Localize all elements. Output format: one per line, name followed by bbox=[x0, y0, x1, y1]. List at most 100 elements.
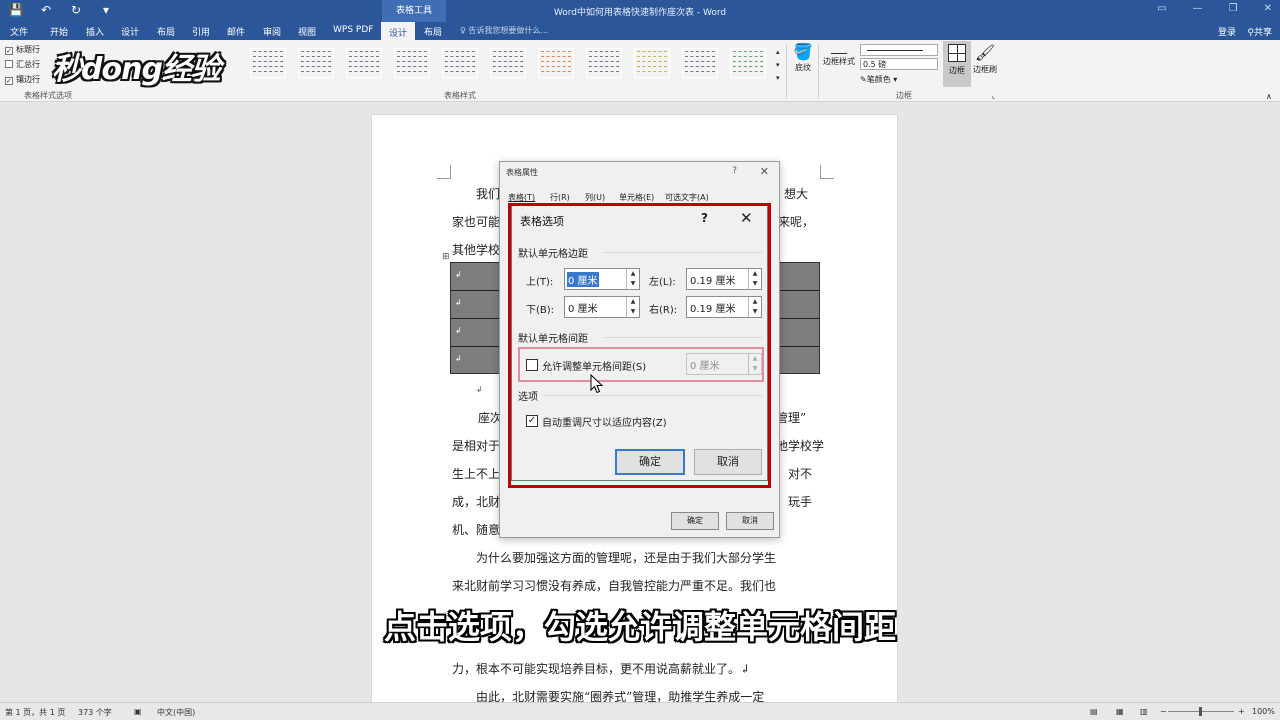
window-controls: ▭ — ❐ ✕ bbox=[1157, 3, 1272, 14]
border-styles-button[interactable]: 边框样式 bbox=[823, 42, 855, 67]
checkbox-icon bbox=[5, 60, 13, 68]
separator bbox=[786, 44, 787, 98]
table-style-thumbnail[interactable] bbox=[682, 48, 718, 78]
banded-rows-option[interactable]: ✓ 镶边行 bbox=[5, 74, 40, 85]
tell-me-box[interactable]: ♀ 告诉我您想要做什么... bbox=[460, 25, 548, 36]
table-styles-group-label: 表格样式 bbox=[444, 91, 476, 100]
tutorial-subtitle: 点击选项，勾选允许调整单元格间距 bbox=[383, 608, 896, 646]
zoom-out-icon[interactable]: − bbox=[1160, 707, 1167, 716]
pen-icon: ✎ bbox=[860, 75, 867, 84]
zoom-slider-thumb[interactable] bbox=[1199, 707, 1202, 716]
total-row-option[interactable]: 汇总行 bbox=[5, 59, 40, 70]
restore-icon[interactable]: ❐ bbox=[1229, 3, 1238, 14]
gallery-scroll[interactable]: ▴ ▾ ▾ bbox=[776, 46, 780, 85]
line-weight-value: 0.5 磅 bbox=[863, 60, 887, 69]
doc-line: 为什么要加强这方面的管理呢，还是由于我们大部分学生 bbox=[476, 551, 777, 565]
border-painter-button[interactable]: 🖌 边框刷 bbox=[973, 42, 997, 75]
tab-insert[interactable]: 插入 bbox=[86, 25, 104, 38]
doc-line: 管理” bbox=[776, 411, 807, 425]
word-count[interactable]: 373 个字 bbox=[78, 707, 112, 718]
tab-layout[interactable]: 布局 bbox=[157, 25, 175, 38]
tell-me-text: 告诉我您想要做什么... bbox=[468, 26, 549, 35]
proofing-icon[interactable]: ▣ bbox=[134, 707, 142, 716]
table-style-thumbnail[interactable] bbox=[298, 48, 334, 78]
status-bar: 第 1 页，共 1 页 373 个字 ▣ 中文(中国) ▤ ▦ ▥ − + 10… bbox=[0, 702, 1280, 720]
share-button[interactable]: ⚲共享 bbox=[1247, 25, 1272, 38]
zoom-in-icon[interactable]: + bbox=[1238, 707, 1245, 716]
read-mode-icon[interactable]: ▤ bbox=[1090, 707, 1098, 716]
web-layout-icon[interactable]: ▥ bbox=[1140, 707, 1148, 716]
table-style-thumbnail[interactable] bbox=[730, 48, 766, 78]
title-bar: 💾 ↶ ↻ ▾ 表格工具 Word中如何用表格快速制作座次表 - Word ▭ … bbox=[0, 0, 1280, 22]
brush-icon: 🖌 bbox=[974, 43, 996, 62]
save-icon[interactable]: 💾 bbox=[8, 3, 24, 17]
border-style-line-icon bbox=[831, 32, 847, 54]
quick-access-toolbar: 💾 ↶ ↻ ▾ bbox=[8, 3, 114, 17]
minimize-icon[interactable]: — bbox=[1193, 3, 1203, 14]
margin-corner bbox=[820, 165, 834, 179]
window-title: Word中如何用表格快速制作座次表 - Word bbox=[553, 8, 727, 18]
close-icon[interactable]: ✕ bbox=[760, 165, 769, 178]
table-style-thumbnail[interactable] bbox=[250, 48, 286, 78]
collapse-ribbon-icon[interactable]: ∧ bbox=[1266, 92, 1272, 101]
ok-button[interactable]: 确定 bbox=[671, 512, 719, 530]
language-indicator[interactable]: 中文(中国) bbox=[157, 707, 195, 718]
close-window-icon[interactable]: ✕ bbox=[1264, 3, 1272, 14]
tab-references[interactable]: 引用 bbox=[192, 25, 210, 38]
tab-review[interactable]: 审阅 bbox=[263, 25, 281, 38]
borders-grid-icon bbox=[948, 44, 966, 62]
table-style-thumbnail[interactable] bbox=[634, 48, 670, 78]
pen-color-button[interactable]: ✎笔颜色 ▾ bbox=[860, 74, 897, 85]
login-link[interactable]: 登录 bbox=[1218, 25, 1236, 38]
tab-row[interactable]: 行(R) bbox=[550, 192, 570, 203]
table-style-thumbnail[interactable] bbox=[490, 48, 526, 78]
line-weight-select[interactable]: 0.5 磅 bbox=[860, 58, 938, 70]
tab-table-design[interactable]: 设计 bbox=[381, 22, 416, 40]
cancel-button[interactable]: 取消 bbox=[726, 512, 774, 530]
tab-table-layout[interactable]: 布局 bbox=[424, 25, 442, 38]
table-style-thumbnail[interactable] bbox=[394, 48, 430, 78]
ribbon-tabs: 文件 开始 插入 设计 布局 引用 邮件 审阅 视图 WPS PDF 设计 布局… bbox=[0, 22, 1280, 40]
doc-line: 对不 bbox=[788, 467, 813, 481]
tab-design[interactable]: 设计 bbox=[121, 25, 139, 38]
doc-line: 成，北财 bbox=[452, 495, 501, 509]
doc-line: 生上不上 bbox=[452, 467, 501, 481]
print-layout-icon[interactable]: ▦ bbox=[1116, 707, 1124, 716]
ribbon-options-icon[interactable]: ▭ bbox=[1157, 3, 1166, 14]
tab-home[interactable]: 开始 bbox=[50, 25, 68, 38]
redo-icon[interactable]: ↻ bbox=[68, 3, 84, 17]
tab-mailings[interactable]: 邮件 bbox=[227, 25, 245, 38]
table-move-handle-icon[interactable]: ⊞ bbox=[442, 252, 450, 262]
doc-line: 来北财前学习习惯没有养成，自我管控能力严重不足。我们也 bbox=[452, 579, 777, 593]
zoom-level[interactable]: 100% bbox=[1252, 707, 1275, 716]
doc-line: 机、随意 bbox=[452, 523, 501, 537]
tab-file[interactable]: 文件 bbox=[10, 25, 28, 38]
doc-line: 其他学校 bbox=[452, 243, 501, 257]
help-icon[interactable]: ? bbox=[732, 166, 737, 176]
table-style-thumbnail[interactable] bbox=[538, 48, 574, 78]
person-icon: ⚲ bbox=[1247, 28, 1254, 38]
header-row-option[interactable]: ✓ 标题行 bbox=[5, 44, 40, 55]
borders-button[interactable]: 边框 bbox=[943, 41, 971, 87]
table-style-thumbnail[interactable] bbox=[586, 48, 622, 78]
shading-label: 底纹 bbox=[795, 63, 811, 72]
undo-icon[interactable]: ↶ bbox=[38, 3, 54, 17]
tab-view[interactable]: 视图 bbox=[298, 25, 316, 38]
checkbox-icon: ✓ bbox=[5, 47, 13, 55]
tab-column[interactable]: 列(U) bbox=[585, 192, 605, 203]
total-row-label: 汇总行 bbox=[16, 60, 40, 69]
shading-button[interactable]: 🪣 底纹 bbox=[792, 42, 814, 73]
tab-table[interactable]: 表格(T) bbox=[508, 192, 535, 203]
dialog-highlight-box bbox=[508, 203, 771, 488]
share-label: 共享 bbox=[1253, 28, 1272, 38]
borders-group-label: 边框 bbox=[896, 91, 912, 100]
tab-alt-text[interactable]: 可选文字(A) bbox=[665, 192, 709, 203]
table-style-thumbnail[interactable] bbox=[346, 48, 382, 78]
customize-qat-icon[interactable]: ▾ bbox=[98, 3, 114, 17]
table-style-thumbnail[interactable] bbox=[442, 48, 478, 78]
page-count[interactable]: 第 1 页，共 1 页 bbox=[5, 707, 65, 718]
line-style-select[interactable] bbox=[860, 44, 938, 56]
tab-cell[interactable]: 单元格(E) bbox=[619, 192, 654, 203]
dialog-launcher-icon[interactable]: ⌞ bbox=[992, 92, 995, 100]
tab-wps-pdf[interactable]: WPS PDF bbox=[333, 25, 373, 35]
